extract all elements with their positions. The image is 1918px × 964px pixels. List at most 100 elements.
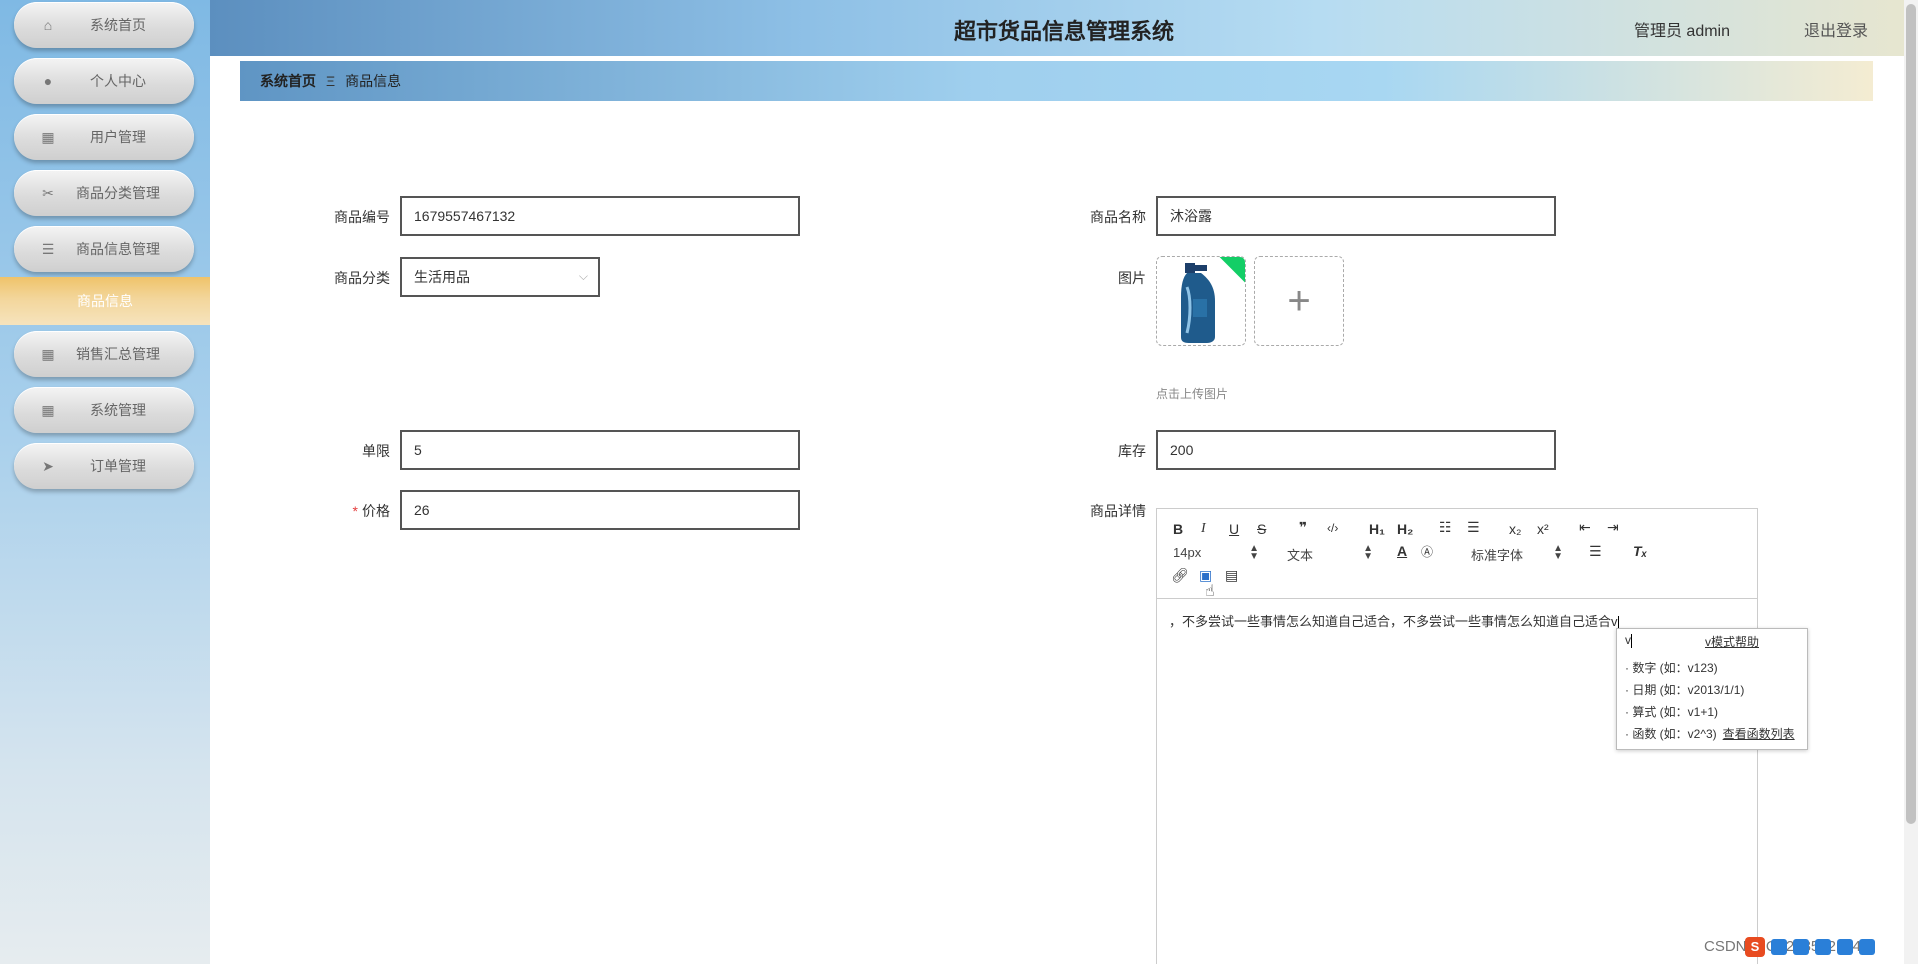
name-label: 商品名称: [1090, 209, 1146, 225]
editor-text: ，不多尝试一些事情怎么知道自己适合，不多尝试一些事情怎么知道自己适合v: [1169, 614, 1618, 629]
home-icon: ⌂: [43, 17, 53, 33]
sidebar-subitem-label: 商品信息: [77, 293, 133, 309]
ime-logo-icon[interactable]: S: [1745, 937, 1765, 957]
tray-icon[interactable]: [1837, 939, 1853, 955]
outdent-icon[interactable]: ⇤: [1579, 519, 1591, 536]
price-input[interactable]: 26: [400, 490, 800, 530]
indent-icon[interactable]: ⇥: [1607, 519, 1619, 536]
font-family-value: 标准字体: [1471, 548, 1524, 563]
user-label: 管理员 admin: [1633, 23, 1730, 40]
ticket-icon: ✂: [42, 185, 54, 201]
code-label: 商品编号: [334, 209, 390, 225]
tray-icon[interactable]: [1771, 939, 1787, 955]
popup-input[interactable]: v: [1625, 633, 1705, 649]
font-family-picker[interactable]: 标准字体 ▲ ▼: [1471, 543, 1563, 564]
bold-button[interactable]: B: [1173, 521, 1183, 537]
font-size-picker[interactable]: 14px ▲ ▼: [1173, 543, 1259, 562]
header-picker[interactable]: 文本 ▲ ▼: [1287, 543, 1373, 564]
popup-line: · 数字 (如：v123): [1625, 661, 1718, 675]
popup-line: · 函数 (如：v2^3) 查看函数列表: [1625, 725, 1795, 742]
code-input[interactable]: 1679557467132: [400, 196, 800, 236]
user-icon: ●: [43, 73, 53, 89]
header1-button[interactable]: H₁: [1369, 521, 1385, 537]
sidebar-item-profile[interactable]: ● 个人中心: [14, 58, 194, 104]
clear-format-icon[interactable]: Tₓ: [1633, 543, 1647, 559]
text-color-icon[interactable]: A: [1397, 543, 1407, 559]
limit-input[interactable]: 5: [400, 430, 800, 470]
font-size-value: 14px: [1173, 545, 1202, 560]
editor-content[interactable]: ，不多尝试一些事情怎么知道自己适合，不多尝试一些事情怎么知道自己适合v: [1169, 611, 1619, 630]
popup-line-text: · 函数 (如：v2^3): [1625, 727, 1717, 741]
upload-button[interactable]: +: [1254, 256, 1344, 346]
sidebar-item-home[interactable]: ⌂ 系统首页: [14, 2, 194, 48]
header: 超市货品信息管理系统 管理员 admin 退出登录: [210, 0, 1918, 56]
category-select[interactable]: 生活用品 ⌵: [400, 257, 600, 297]
superscript-button[interactable]: x²: [1537, 521, 1549, 537]
tray-icon[interactable]: [1859, 939, 1875, 955]
sidebar-item-category[interactable]: ✂ 商品分类管理: [14, 170, 194, 216]
tray-icon[interactable]: [1815, 939, 1831, 955]
breadcrumb-current: 商品信息: [345, 73, 402, 89]
price-label: * 价格: [290, 501, 390, 521]
blockquote-icon[interactable]: ❞: [1299, 519, 1307, 536]
underline-button[interactable]: U: [1229, 521, 1239, 537]
sidebar-item-system[interactable]: ▦ 系统管理: [14, 387, 194, 433]
function-list-link[interactable]: 查看函数列表: [1723, 727, 1795, 741]
sidebar-subitem-goods-info[interactable]: 商品信息: [0, 277, 210, 325]
sidebar-item-goods[interactable]: ☰ 商品信息管理: [14, 226, 194, 272]
background-color-icon[interactable]: Ⓐ: [1421, 543, 1433, 560]
popup-caret: [1631, 633, 1632, 648]
header-picker-value: 文本: [1287, 548, 1314, 563]
stock-input[interactable]: 200: [1156, 430, 1556, 470]
sidebar-item-users[interactable]: ▦ 用户管理: [14, 114, 194, 160]
chevron-down-icon: ⌵: [578, 269, 588, 283]
align-icon[interactable]: ☰: [1589, 543, 1602, 560]
sidebar-item-orders[interactable]: ➤ 订单管理: [14, 443, 194, 489]
sidebar: ⌂ 系统首页 ● 个人中心 ▦ 用户管理 ✂ 商品分类管理 ☰ 商品信息管理 商…: [0, 0, 210, 964]
link-icon[interactable]: 🔗︎: [1171, 567, 1189, 584]
grid-icon: ▦: [41, 129, 55, 145]
category-label: 商品分类: [334, 270, 390, 286]
pointer-cursor-icon: ☝: [1205, 583, 1215, 600]
grid-icon: ▦: [41, 346, 55, 362]
page-scrollbar[interactable]: [1904, 0, 1918, 964]
detail-label: 商品详情: [1090, 503, 1146, 519]
ime-formula-popup: v v模式帮助 · 数字 (如：v123) · 日期 (如：v2013/1/1)…: [1616, 628, 1808, 750]
logout-link[interactable]: 退出登录: [1804, 17, 1868, 41]
scrollbar-thumb[interactable]: [1906, 4, 1916, 824]
tray-icon[interactable]: [1793, 939, 1809, 955]
strike-button[interactable]: S: [1257, 521, 1266, 537]
breadcrumb-home[interactable]: 系统首页: [260, 71, 316, 91]
editor-toolbar: B I U S ❞ ‹/› H₁ H₂ ☷ ☰ x₂ x² ⇤ ⇥ 14px ▲…: [1157, 509, 1757, 600]
grid-icon: ▦: [41, 402, 55, 418]
limit-label: 单限: [362, 443, 390, 459]
plus-icon: +: [1287, 278, 1311, 323]
category-value: 生活用品: [414, 269, 470, 285]
popup-line: · 算式 (如：v1+1): [1625, 705, 1719, 719]
breadcrumb: 系统首页 Ξ 商品信息: [240, 61, 1873, 101]
price-label-text: 价格: [362, 503, 390, 519]
send-icon: ➤: [42, 458, 54, 474]
updown-icon: ▲ ▼: [1249, 543, 1259, 562]
image-label: 图片: [1118, 270, 1146, 286]
subscript-button[interactable]: x₂: [1509, 521, 1521, 537]
bullet-list-icon[interactable]: ☰: [1467, 519, 1480, 536]
uploaded-image[interactable]: [1156, 256, 1246, 346]
upload-hint: 点击上传图片: [1156, 387, 1229, 401]
header2-button[interactable]: H₂: [1397, 521, 1413, 537]
popup-line: · 日期 (如：v2013/1/1): [1625, 683, 1745, 697]
code-block-icon[interactable]: ‹/›: [1327, 521, 1338, 535]
system-tray: S: [1745, 936, 1905, 958]
updown-icon: ▲ ▼: [1553, 543, 1563, 562]
sidebar-item-sales[interactable]: ▦ 销售汇总管理: [14, 331, 194, 377]
name-input[interactable]: 沐浴露: [1156, 196, 1556, 236]
stock-label: 库存: [1118, 443, 1146, 459]
ordered-list-icon[interactable]: ☷: [1439, 519, 1452, 536]
required-mark: *: [352, 503, 358, 519]
list-icon: ☰: [41, 241, 55, 257]
breadcrumb-separator: Ξ: [326, 73, 336, 89]
italic-button[interactable]: I: [1201, 521, 1206, 537]
updown-icon: ▲ ▼: [1363, 543, 1373, 562]
v-mode-help-link[interactable]: v模式帮助: [1705, 633, 1759, 650]
video-icon[interactable]: ▤: [1225, 567, 1238, 584]
